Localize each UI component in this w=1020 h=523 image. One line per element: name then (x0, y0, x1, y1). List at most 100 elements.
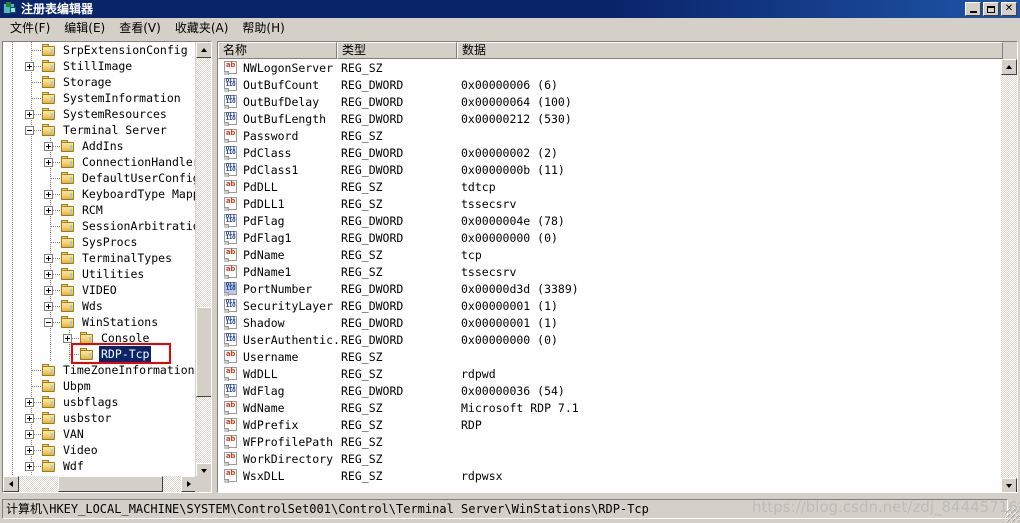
tree-item[interactable]: Terminal Server (3, 122, 197, 138)
tree-indent-guide (3, 106, 22, 122)
collapse-icon[interactable] (44, 318, 53, 327)
tree-item[interactable]: Utilities (3, 266, 197, 282)
value-row[interactable]: 011 110 PdClass REG_DWORD 0x00000002 (2) (218, 144, 1003, 161)
menu-favorites[interactable]: 收藏夹(A) (168, 19, 236, 37)
value-row[interactable]: 011 110 OutBufLength REG_DWORD 0x00000212 (5… (218, 110, 1003, 127)
expand-icon[interactable] (44, 158, 53, 167)
folder-icon (60, 187, 76, 201)
tree-item[interactable]: VIDEO (3, 282, 197, 298)
value-row[interactable]: 011 110 PdFlag REG_DWORD 0x0000004e (78) (218, 212, 1003, 229)
list-scroll-up-button[interactable] (1001, 59, 1017, 75)
value-row[interactable]: ab NWLogonServer REG_SZ (218, 59, 1003, 76)
value-row[interactable]: ab WdPrefix REG_SZ RDP (218, 416, 1003, 433)
tree-indent-guide (22, 282, 41, 298)
value-row[interactable]: 011 110 OutBufDelay REG_DWORD 0x00000064 (10… (218, 93, 1003, 110)
expand-icon[interactable] (25, 414, 34, 423)
tree-vertical-scrollbar[interactable] (195, 42, 211, 479)
tree-item[interactable]: KeyboardType Mappin (3, 186, 197, 202)
expand-icon[interactable] (44, 206, 53, 215)
tree-scroll-left-button[interactable] (3, 476, 19, 492)
value-row[interactable]: ab Password REG_SZ (218, 127, 1003, 144)
tree-item[interactable]: Wdf (3, 458, 197, 474)
tree-item[interactable]: TimeZoneInformation (3, 362, 197, 378)
tree-item[interactable]: Video (3, 442, 197, 458)
tree-item[interactable]: usbflags (3, 394, 197, 410)
collapse-icon[interactable] (25, 126, 34, 135)
tree-indent-guide (3, 74, 22, 90)
value-row[interactable]: ab WsxDLL REG_SZ rdpwsx (218, 467, 1003, 484)
tree-item[interactable]: StillImage (3, 58, 197, 74)
column-header-name[interactable]: 名称 (218, 42, 337, 59)
expand-icon[interactable] (44, 270, 53, 279)
expand-icon[interactable] (44, 190, 53, 199)
maximize-button[interactable] (983, 2, 999, 16)
tree-item[interactable]: SystemInformation (3, 90, 197, 106)
value-row[interactable]: 011 110 WdFlag REG_DWORD 0x00000036 (54) (218, 382, 1003, 399)
tree-item[interactable]: TerminalTypes (3, 250, 197, 266)
value-row[interactable]: ab WdName REG_SZ Microsoft RDP 7.1 (218, 399, 1003, 416)
value-row[interactable]: ab PdName REG_SZ tcp (218, 246, 1003, 263)
value-row[interactable]: ab PdDLL REG_SZ tdtcp (218, 178, 1003, 195)
tree-item[interactable]: DefaultUserConfigur (3, 170, 197, 186)
value-row[interactable]: 011 110 PdClass1 REG_DWORD 0x0000000b (11) (218, 161, 1003, 178)
tree-item[interactable]: Ubpm (3, 378, 197, 394)
menu-view[interactable]: 查看(V) (112, 19, 168, 37)
menu-edit[interactable]: 编辑(E) (57, 19, 112, 37)
tree-scroll-thumb[interactable] (196, 307, 211, 397)
value-row[interactable]: ab WorkDirectory REG_SZ (218, 450, 1003, 467)
column-header-type[interactable]: 类型 (337, 42, 457, 59)
value-row[interactable]: 011 110 SecurityLayer REG_DWORD 0x00000001 (… (218, 297, 1003, 314)
tree-item[interactable]: Console (3, 330, 197, 346)
value-data: 0x0000004e (78) (461, 213, 565, 228)
expand-icon[interactable] (25, 462, 34, 471)
menu-file[interactable]: 文件(F) (3, 19, 57, 37)
tree-item[interactable]: VAN (3, 426, 197, 442)
tree-scroll-up-button[interactable] (196, 42, 211, 58)
menu-help[interactable]: 帮助(H) (235, 19, 291, 37)
expand-icon[interactable] (44, 302, 53, 311)
value-row[interactable]: 011 110 PdFlag1 REG_DWORD 0x00000000 (0) (218, 229, 1003, 246)
tree-indent-guide (3, 330, 22, 346)
expand-icon[interactable] (44, 286, 53, 295)
tree-item[interactable]: ConnectionHandler (3, 154, 197, 170)
expand-icon[interactable] (25, 110, 34, 119)
expand-icon[interactable] (25, 446, 34, 455)
value-row[interactable]: 011 110 PortNumber REG_DWORD 0x00000d3d (338… (218, 280, 1003, 297)
registry-values-list[interactable]: ab NWLogonServer REG_SZ 011 110 OutBufCount RE… (218, 59, 1003, 492)
list-vertical-scrollbar[interactable] (1001, 59, 1017, 492)
tree-item[interactable]: RCM (3, 202, 197, 218)
expand-icon[interactable] (44, 142, 53, 151)
tree-item[interactable]: SystemResources (3, 106, 197, 122)
value-data: tssecsrv (461, 264, 517, 279)
registry-tree[interactable]: SrpExtensionConfig StillImage Storage Syste… (3, 42, 197, 479)
expand-icon[interactable] (44, 254, 53, 263)
tree-item[interactable]: usbstor (3, 410, 197, 426)
minimize-button[interactable] (965, 2, 981, 16)
tree-hscroll-thumb[interactable] (58, 476, 163, 492)
tree-item[interactable]: Storage (3, 74, 197, 90)
value-row[interactable]: ab PdDLL1 REG_SZ tssecsrv (218, 195, 1003, 212)
value-row[interactable]: 011 110 Shadow REG_DWORD 0x00000001 (1) (218, 314, 1003, 331)
value-row[interactable]: ab Username REG_SZ (218, 348, 1003, 365)
value-row[interactable]: 011110 UserAuthentic...REG_DWORD 0x0000000… (218, 331, 1003, 348)
tree-horizontal-scrollbar[interactable] (3, 476, 197, 492)
expand-icon[interactable] (63, 334, 72, 343)
expand-icon[interactable] (25, 62, 34, 71)
tree-item[interactable]: SrpExtensionConfig (3, 42, 197, 58)
list-scroll-down-button[interactable] (1001, 478, 1017, 492)
value-row[interactable]: ab PdName1 REG_SZ tssecsrv (218, 263, 1003, 280)
value-row[interactable]: 011 110 OutBufCount REG_DWORD 0x00000006 (6) (218, 76, 1003, 93)
tree-item[interactable]: WinStations (3, 314, 197, 330)
value-row[interactable]: ab WdDLL REG_SZ rdpwd (218, 365, 1003, 382)
tree-item[interactable]: AddIns (3, 138, 197, 154)
expand-icon[interactable] (25, 398, 34, 407)
tree-item[interactable]: SessionArbitrationH (3, 218, 197, 234)
expand-icon[interactable] (25, 430, 34, 439)
value-row[interactable]: ab WFProfilePath REG_SZ (218, 433, 1003, 450)
tree-indent-guide (3, 458, 22, 474)
tree-item[interactable]: RDP-Tcp (3, 346, 197, 362)
column-header-data[interactable]: 数据 (457, 42, 1003, 59)
tree-item[interactable]: SysProcs (3, 234, 197, 250)
close-button[interactable]: ✕ (1001, 2, 1017, 16)
tree-item[interactable]: Wds (3, 298, 197, 314)
